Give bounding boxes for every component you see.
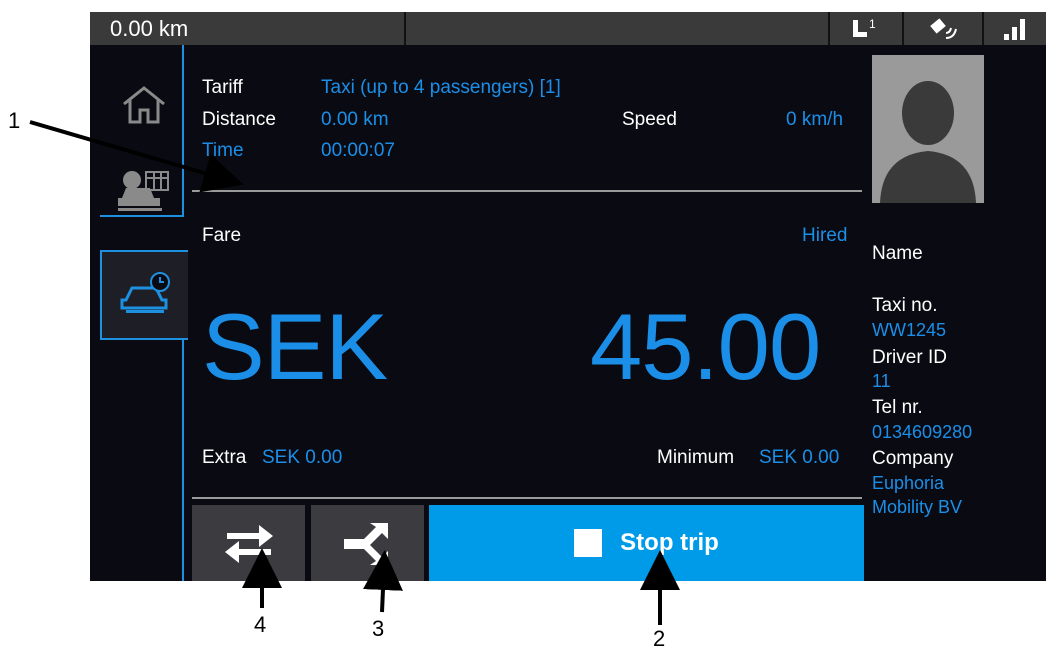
callout-arrows <box>29 120 680 625</box>
callout-label-3: 3 <box>372 616 385 641</box>
callout-arrow-1 <box>29 120 244 193</box>
callout-label-1: 1 <box>8 108 21 133</box>
callout-label-4: 4 <box>254 612 267 637</box>
callout-arrow-3 <box>362 550 403 613</box>
callout-label-2: 2 <box>653 626 666 651</box>
